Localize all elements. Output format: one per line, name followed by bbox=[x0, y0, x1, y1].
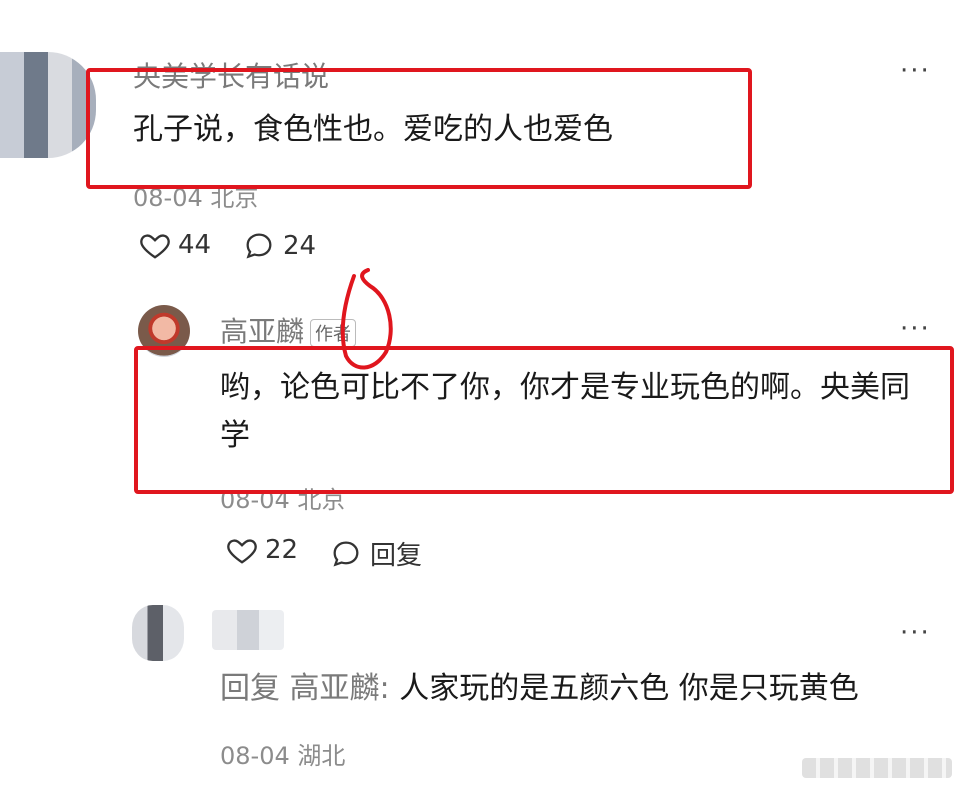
more-options-icon[interactable]: ··· bbox=[900, 314, 931, 344]
like-button[interactable]: 22 bbox=[225, 535, 298, 565]
heart-icon bbox=[138, 230, 172, 260]
comment-text: 回复 高亚麟: 人家玩的是五颜六色 你是只玩黄色 bbox=[220, 665, 940, 713]
like-count: 22 bbox=[265, 535, 299, 565]
highlight-box bbox=[134, 346, 954, 494]
reply-label: 回复 bbox=[370, 541, 423, 571]
comment-bubble-icon bbox=[243, 230, 275, 262]
watermark bbox=[802, 758, 952, 778]
reply-button[interactable]: 回复 bbox=[330, 535, 422, 572]
comment-meta: 08-04 湖北 bbox=[220, 742, 346, 770]
reply-count: 24 bbox=[283, 231, 317, 261]
reply-button[interactable]: 24 bbox=[243, 230, 316, 262]
more-options-icon[interactable]: ··· bbox=[900, 618, 931, 648]
highlight-box bbox=[86, 68, 752, 189]
avatar[interactable] bbox=[0, 52, 96, 158]
heart-icon bbox=[225, 535, 259, 565]
blurred-name bbox=[212, 610, 284, 650]
like-count: 44 bbox=[178, 230, 212, 260]
reply-target[interactable]: 高亚麟: bbox=[290, 671, 390, 706]
author-name[interactable]: 高亚麟 bbox=[220, 315, 304, 348]
avatar[interactable] bbox=[132, 605, 184, 661]
reply-prefix: 回复 bbox=[220, 671, 280, 706]
comment-bubble-icon bbox=[330, 538, 362, 570]
more-options-icon[interactable]: ··· bbox=[900, 56, 931, 86]
like-button[interactable]: 44 bbox=[138, 230, 211, 260]
reply-text: 人家玩的是五颜六色 你是只玩黄色 bbox=[399, 671, 859, 706]
